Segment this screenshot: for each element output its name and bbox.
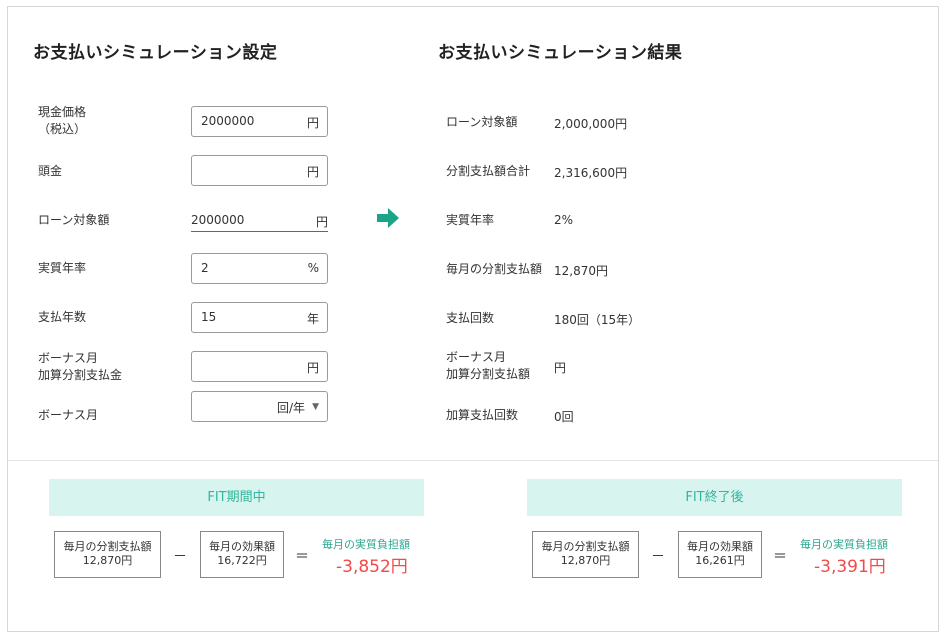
bonus-month-select[interactable]: 回/年 ▼ xyxy=(191,391,328,422)
equals-operator: ＝ xyxy=(295,549,309,565)
result-label-total-installment: 分割支払額合計 xyxy=(446,164,531,178)
results-title: お支払いシミュレーション結果 xyxy=(438,43,683,63)
cash-price-input[interactable]: 2000000 円 xyxy=(191,106,328,137)
fit-after-installment-box: 毎月の分割支払額 12,870円 xyxy=(532,531,639,578)
fit-after-effect-value: 16,261円 xyxy=(695,554,745,567)
years-unit: 年 xyxy=(306,312,319,326)
minus-operator: － xyxy=(651,549,665,565)
annual-rate-input[interactable]: 2 % xyxy=(191,253,328,284)
chevron-down-icon: ▼ xyxy=(312,402,319,412)
result-value-monthly-installment: 12,870円 xyxy=(554,264,608,278)
fit-after-installment-value: 12,870円 xyxy=(560,554,611,567)
settings-title: お支払いシミュレーション設定 xyxy=(33,43,278,63)
years-input[interactable]: 15 年 xyxy=(191,302,328,333)
annual-rate-value: 2 xyxy=(201,261,209,275)
fit-during-installment-box: 毎月の分割支払額 12,870円 xyxy=(54,531,161,578)
fit-after-burden-value: -3,391円 xyxy=(814,557,886,577)
section-divider xyxy=(8,460,938,461)
loan-amount-value: 2000000 xyxy=(191,213,245,227)
cash-price-unit: 円 xyxy=(306,116,319,130)
equals-operator: ＝ xyxy=(773,549,787,565)
fit-after-installment-label: 毎月の分割支払額 xyxy=(541,540,630,553)
fit-after-banner: FIT終了後 xyxy=(527,479,902,516)
result-label-annual-rate: 実質年率 xyxy=(446,213,495,227)
result-label-bonus-count: 加算支払回数 xyxy=(446,408,519,422)
fit-after-effect-label: 毎月の効果額 xyxy=(687,540,753,553)
fit-during-burden-value: -3,852円 xyxy=(336,557,408,577)
fit-after-burden-label: 毎月の実質負担額 xyxy=(800,538,888,551)
years-label: 支払年数 xyxy=(38,310,87,324)
result-label-monthly-installment: 毎月の分割支払額 xyxy=(446,262,543,276)
result-label-loan-amount: ローン対象額 xyxy=(446,115,518,129)
years-value: 15 xyxy=(201,310,217,324)
result-value-bonus-count: 0回 xyxy=(554,410,574,424)
cash-price-label-line2: （税込） xyxy=(38,122,87,136)
loan-amount-field: 2000000 円 xyxy=(191,207,328,232)
down-payment-input[interactable]: 円 xyxy=(191,155,328,186)
fit-during-installment-label: 毎月の分割支払額 xyxy=(63,540,152,553)
loan-amount-label: ローン対象額 xyxy=(38,213,110,227)
result-value-bonus-add: 円 xyxy=(554,361,567,375)
bonus-month-unit: 回/年 xyxy=(276,401,305,415)
fit-during-installment-value: 12,870円 xyxy=(82,554,133,567)
down-payment-unit: 円 xyxy=(306,165,319,179)
annual-rate-label: 実質年率 xyxy=(38,261,87,275)
result-label-bonus-add-line2: 加算分割支払額 xyxy=(446,367,531,381)
fit-during-banner: FIT期間中 xyxy=(49,479,424,516)
fit-after-effect-box: 毎月の効果額 16,261円 xyxy=(678,531,762,578)
cash-price-value: 2000000 xyxy=(201,114,255,128)
result-label-payment-count: 支払回数 xyxy=(446,311,495,325)
result-value-loan-amount: 2,000,000円 xyxy=(554,117,628,131)
result-value-annual-rate: 2% xyxy=(554,213,574,227)
result-value-payment-count: 180回（15年） xyxy=(554,313,641,327)
cash-price-label-line1: 現金価格 xyxy=(38,105,87,119)
fit-during-effect-value: 16,722円 xyxy=(217,554,267,567)
fit-during-burden-label: 毎月の実質負担額 xyxy=(322,538,410,551)
result-value-total-installment: 2,316,600円 xyxy=(554,166,628,180)
down-payment-label: 頭金 xyxy=(38,164,63,178)
loan-amount-unit: 円 xyxy=(315,215,328,229)
fit-during-effect-box: 毎月の効果額 16,722円 xyxy=(200,531,284,578)
minus-operator: － xyxy=(173,549,187,565)
result-label-bonus-add: ボーナス月 加算分割支払額 xyxy=(446,349,530,383)
arrow-right-icon xyxy=(377,208,399,228)
bonus-add-input[interactable]: 円 xyxy=(191,351,328,382)
bonus-add-label-line1: ボーナス月 xyxy=(38,351,99,365)
result-label-bonus-add-line1: ボーナス月 xyxy=(446,350,507,364)
annual-rate-unit: % xyxy=(307,261,319,275)
bonus-add-label: ボーナス月 加算分割支払金 xyxy=(38,350,122,384)
cash-price-label: 現金価格 （税込） xyxy=(38,104,86,138)
fit-during-effect-label: 毎月の効果額 xyxy=(209,540,275,553)
bonus-add-label-line2: 加算分割支払金 xyxy=(38,368,123,382)
bonus-month-label: ボーナス月 xyxy=(38,408,99,422)
bonus-add-unit: 円 xyxy=(306,361,319,375)
